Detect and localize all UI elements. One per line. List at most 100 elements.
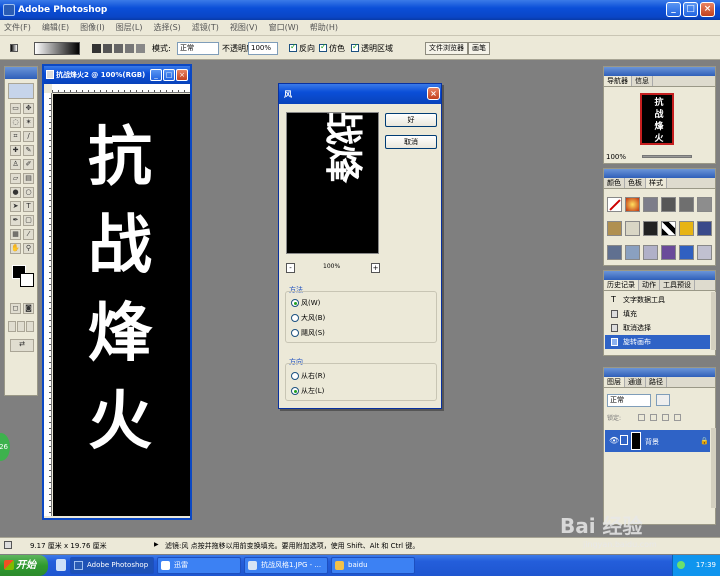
- restore-button[interactable]: □: [683, 2, 698, 17]
- history-scrollbar[interactable]: [711, 292, 716, 350]
- direction-right-option[interactable]: 从右(R): [291, 371, 325, 381]
- doc-size-text[interactable]: 9.17 厘米 x 19.76 厘米: [30, 541, 107, 551]
- style-swatch-6[interactable]: [697, 197, 712, 212]
- direction-right-radio[interactable]: [291, 372, 299, 380]
- direction-left-radio[interactable]: [291, 387, 299, 395]
- gradient-picker[interactable]: [34, 41, 80, 55]
- lock-position-icon[interactable]: [662, 414, 669, 421]
- floating-badge[interactable]: 26: [0, 433, 10, 461]
- style-swatch-14[interactable]: [625, 245, 640, 260]
- history-item[interactable]: 填充: [605, 307, 710, 321]
- adobe-online-icon[interactable]: [8, 83, 34, 99]
- tab-styles[interactable]: 样式: [646, 178, 667, 188]
- move-tool-icon[interactable]: ✥: [23, 103, 34, 114]
- task-photoshop[interactable]: Adobe Photoshop: [70, 557, 154, 574]
- menu-image[interactable]: 图像(I): [80, 22, 105, 33]
- hand-tool-icon[interactable]: ✋: [10, 243, 21, 254]
- tab-tool-presets[interactable]: 工具预设: [660, 280, 695, 290]
- diamond-gradient-icon[interactable]: [136, 43, 145, 53]
- minimize-button[interactable]: _: [666, 2, 681, 17]
- type-tool-icon[interactable]: T: [23, 201, 34, 212]
- transparency-checkbox[interactable]: [351, 42, 359, 52]
- menu-select[interactable]: 选择(S): [153, 22, 180, 33]
- menu-help[interactable]: 帮助(H): [310, 22, 338, 33]
- menu-file[interactable]: 文件(F): [4, 22, 31, 33]
- angle-gradient-icon[interactable]: [114, 43, 123, 53]
- close-button[interactable]: ×: [700, 2, 715, 17]
- clone-stamp-tool-icon[interactable]: ♙: [10, 159, 21, 170]
- imageready-jump-icon[interactable]: ⇄: [10, 339, 34, 352]
- marquee-tool-icon[interactable]: ▭: [10, 103, 21, 114]
- gradient-type-buttons[interactable]: [92, 41, 145, 55]
- menu-window[interactable]: 窗口(W): [269, 22, 299, 33]
- method-wind-radio[interactable]: [291, 299, 299, 307]
- style-swatch-15[interactable]: [643, 245, 658, 260]
- style-swatch-16[interactable]: [661, 245, 676, 260]
- layers-scrollbar[interactable]: [711, 428, 716, 508]
- style-swatch-4[interactable]: [661, 197, 676, 212]
- direction-left-option[interactable]: 从左(L): [291, 386, 324, 396]
- path-select-tool-icon[interactable]: ➤: [10, 201, 21, 212]
- method-blast-radio[interactable]: [291, 314, 299, 322]
- method-blast-option[interactable]: 大风(B): [291, 313, 325, 323]
- eye-visibility-icon[interactable]: 👁: [609, 436, 619, 445]
- style-swatch-8[interactable]: [625, 221, 640, 236]
- style-swatch-5[interactable]: [679, 197, 694, 212]
- brush-tool-icon[interactable]: ✎: [23, 145, 34, 156]
- menu-edit[interactable]: 编辑(E): [42, 22, 69, 33]
- ok-button[interactable]: 好: [385, 113, 437, 127]
- lock-all-icon[interactable]: [674, 414, 681, 421]
- gradient-tool-icon[interactable]: [10, 41, 18, 55]
- tab-history[interactable]: 历史记录: [604, 280, 639, 290]
- slice-tool-icon[interactable]: /: [23, 131, 34, 142]
- quick-mask-mode-icon[interactable]: ◙: [23, 303, 34, 314]
- eraser-tool-icon[interactable]: ▱: [10, 173, 21, 184]
- layer-row-background[interactable]: 👁 背景 🔒: [605, 430, 710, 452]
- style-swatch-9[interactable]: [643, 221, 658, 236]
- menu-layer[interactable]: 图层(L): [116, 22, 143, 33]
- dodge-tool-icon[interactable]: ○: [23, 187, 34, 198]
- start-button[interactable]: 开始: [0, 555, 48, 576]
- style-swatch-12[interactable]: [697, 221, 712, 236]
- tab-actions[interactable]: 动作: [639, 280, 660, 290]
- clock[interactable]: 17:39: [696, 561, 716, 569]
- status-arrow-icon[interactable]: ▶: [154, 541, 159, 548]
- shape-tool-icon[interactable]: ▢: [23, 215, 34, 226]
- quicklaunch-icon-1[interactable]: [56, 559, 66, 571]
- method-stagger-radio[interactable]: [291, 329, 299, 337]
- tab-swatches[interactable]: 色板: [625, 178, 646, 188]
- task-xunlei[interactable]: 迅雷: [157, 557, 241, 574]
- method-wind-option[interactable]: 风(W): [291, 298, 320, 308]
- reflected-gradient-icon[interactable]: [125, 43, 134, 53]
- method-stagger-option[interactable]: 飓风(S): [291, 328, 325, 338]
- style-swatch-10[interactable]: [661, 221, 676, 236]
- history-item[interactable]: T 文字数据工具: [605, 293, 710, 307]
- filter-preview[interactable]: 战烽: [286, 112, 379, 254]
- tab-paths[interactable]: 路径: [646, 377, 667, 387]
- pen-tool-icon[interactable]: ✒: [10, 215, 21, 226]
- cancel-button[interactable]: 取消: [385, 135, 437, 149]
- tab-channels[interactable]: 通道: [625, 377, 646, 387]
- tab-info[interactable]: 信息: [632, 76, 653, 86]
- doc-minimize-button[interactable]: _: [150, 69, 162, 81]
- tab-color[interactable]: 颜色: [604, 178, 625, 188]
- navigator-zoom[interactable]: 100%: [606, 153, 626, 161]
- style-none[interactable]: [607, 197, 622, 212]
- style-swatch-2[interactable]: [625, 197, 640, 212]
- tab-layers[interactable]: 图层: [604, 377, 625, 387]
- style-swatch-17[interactable]: [679, 245, 694, 260]
- reverse-checkbox[interactable]: [289, 42, 297, 52]
- tray-icon[interactable]: [677, 561, 685, 569]
- brushes-tab[interactable]: 画笔: [468, 41, 490, 55]
- gradient-tool-icon-box[interactable]: ▤: [23, 173, 34, 184]
- background-color-swatch[interactable]: [20, 273, 34, 287]
- style-swatch-13[interactable]: [607, 245, 622, 260]
- menu-view[interactable]: 视图(V): [230, 22, 258, 33]
- crop-tool-icon[interactable]: ⌗: [10, 131, 21, 142]
- dither-checkbox[interactable]: [319, 42, 327, 52]
- eyedropper-tool-icon[interactable]: ⁄: [23, 229, 34, 240]
- notes-tool-icon[interactable]: ▦: [10, 229, 21, 240]
- menu-filter[interactable]: 滤镜(T): [192, 22, 219, 33]
- screen-mode-standard-icon[interactable]: [8, 321, 16, 332]
- image-canvas[interactable]: 抗战烽火: [53, 94, 190, 516]
